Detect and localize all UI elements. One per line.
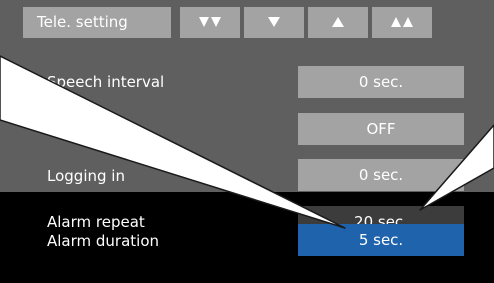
page-up-button[interactable] (372, 7, 432, 38)
logging-interval-label: Logging in (47, 167, 125, 185)
alarm-duration-label: Alarm duration (47, 232, 160, 250)
page-down-button[interactable] (180, 7, 240, 38)
logging-interval-value-button[interactable]: 0 sec. (298, 159, 464, 191)
double-triangle-down-icon (199, 17, 221, 28)
triangle-up-icon (332, 17, 344, 28)
speech-interval-value-button[interactable]: 0 sec. (298, 66, 464, 98)
switch-value-button[interactable]: OFF (298, 113, 464, 145)
switch-label: switch (93, 120, 141, 138)
alarm-repeat-label: Alarm repeat (47, 213, 145, 231)
speech-interval-label: Speech interval (47, 73, 165, 91)
alarm-duration-value-button[interactable]: 5 sec. (298, 224, 464, 256)
triangle-down-icon (268, 17, 280, 28)
telemetry-settings-screen: Tele. setting Speech interval 0 sec. swi… (0, 0, 494, 283)
scroll-down-button[interactable] (244, 7, 304, 38)
scroll-up-button[interactable] (308, 7, 368, 38)
screen-title-tab[interactable]: Tele. setting (23, 7, 171, 38)
double-triangle-up-icon (391, 17, 413, 28)
